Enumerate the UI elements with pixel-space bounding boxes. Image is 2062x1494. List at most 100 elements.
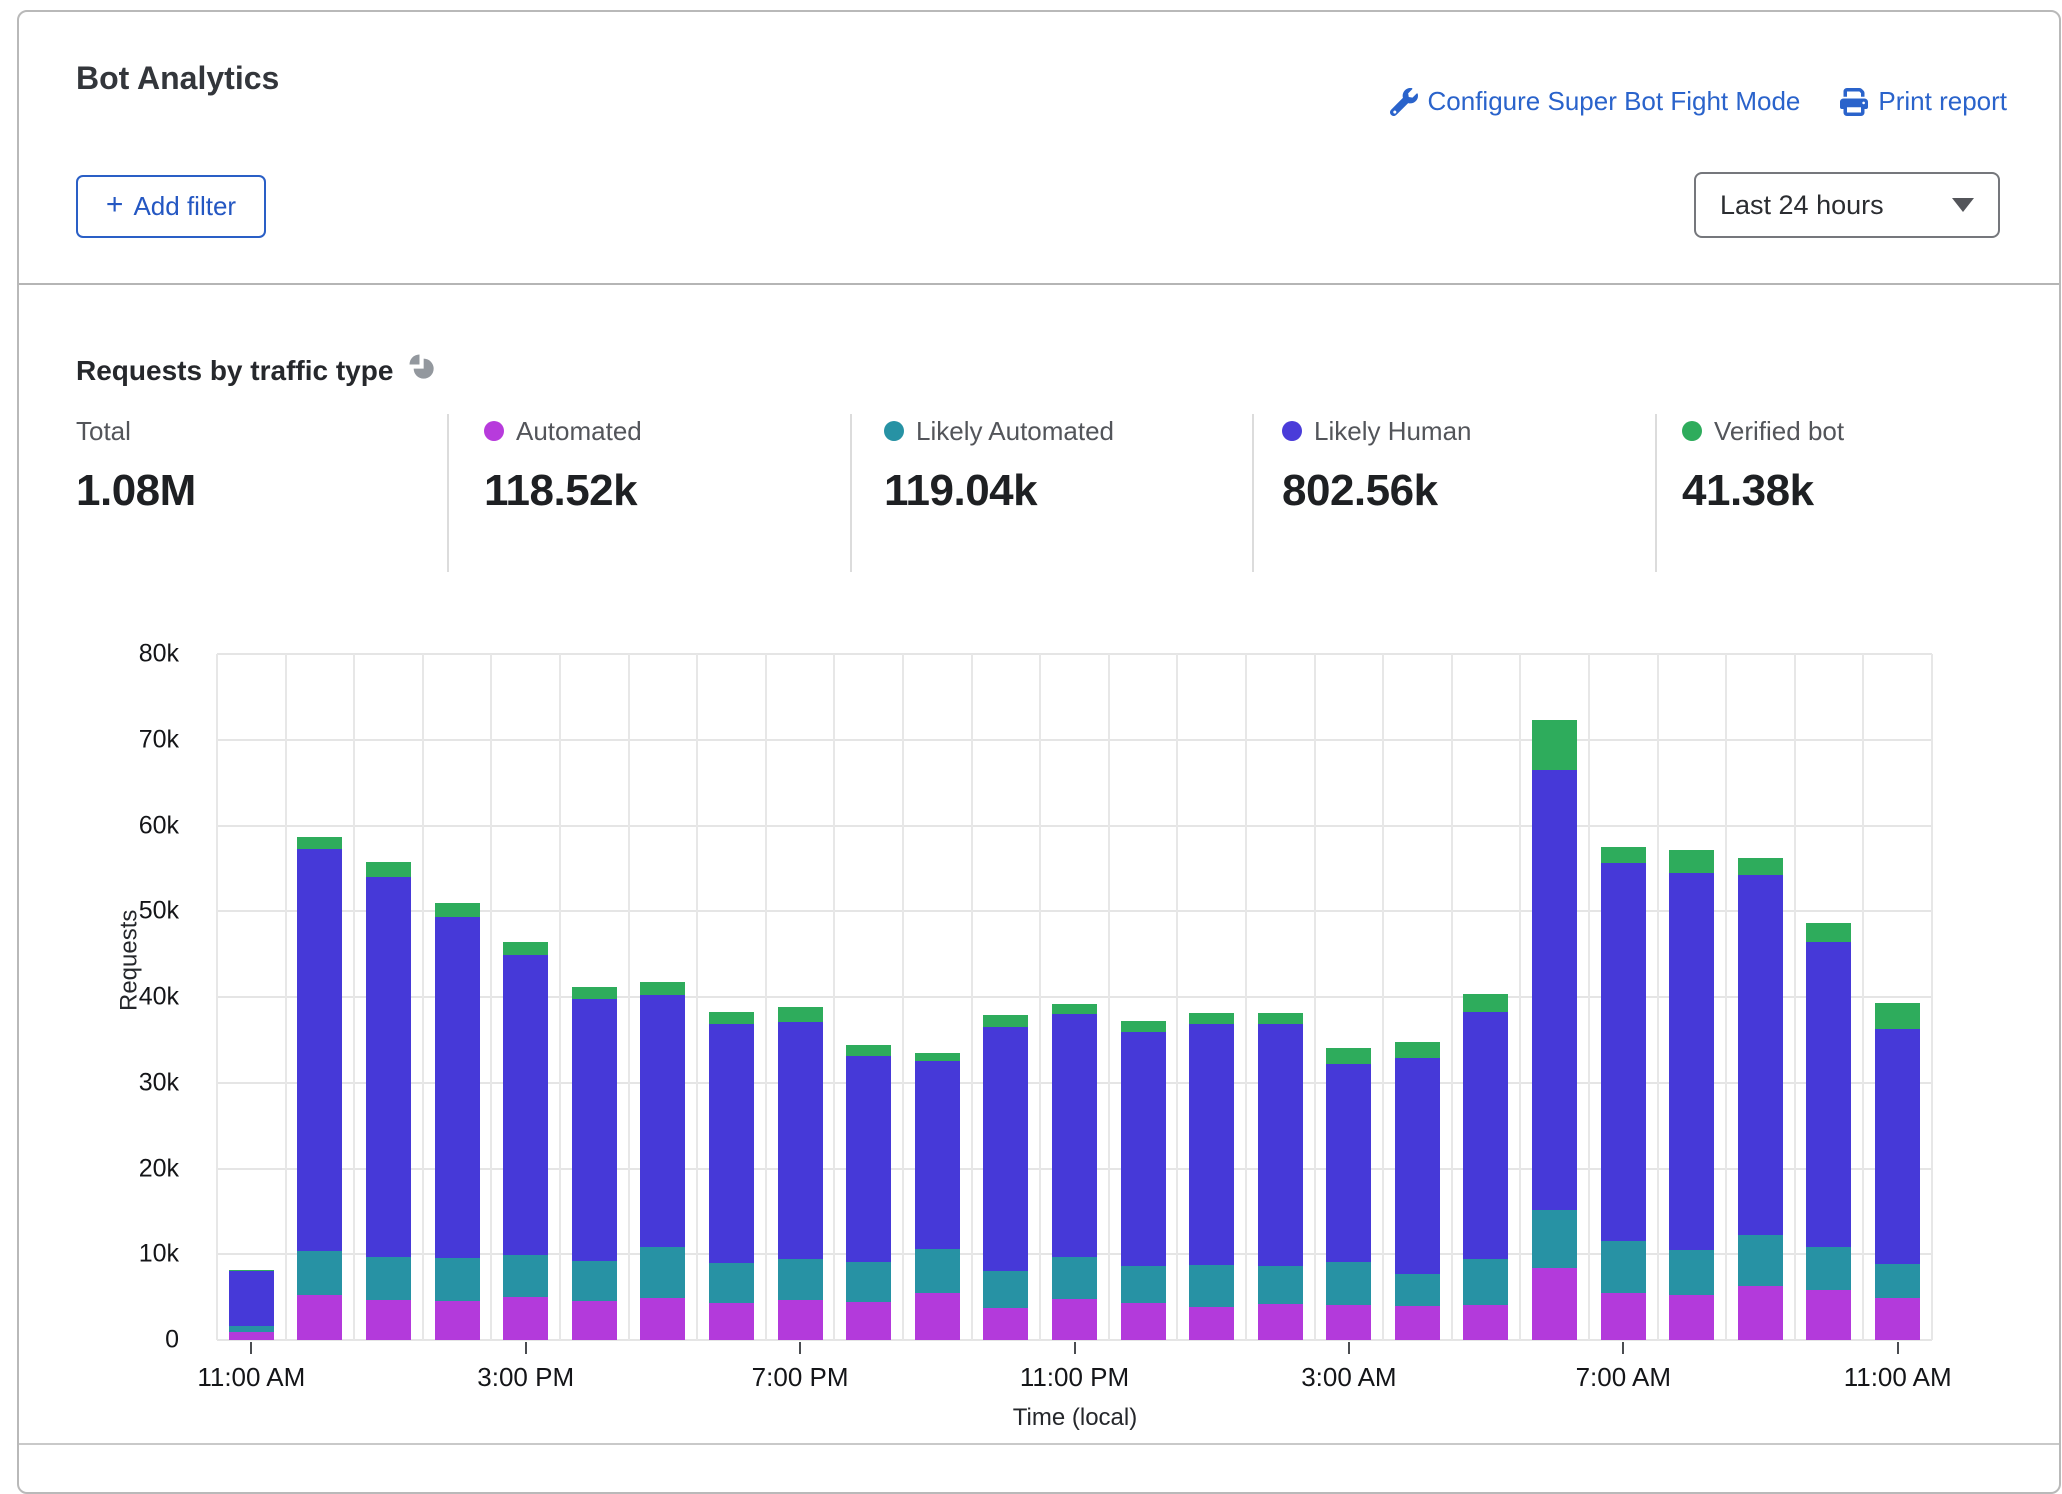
stacked-bar-9-00-pm[interactable]: [915, 1053, 960, 1340]
x-axis-tick-label: 3:00 PM: [477, 1362, 574, 1393]
bar-segment-likely-human: [503, 955, 548, 1255]
bar-segment-likely-human: [709, 1024, 754, 1263]
stacked-bar-11-00-pm[interactable]: [1052, 1004, 1097, 1340]
time-range-value: Last 24 hours: [1720, 190, 1884, 221]
bot-analytics-card: Bot Analytics Configure Super Bot Fight …: [17, 10, 2061, 1494]
bar-segment-automated: [1601, 1293, 1646, 1340]
bar-segment-automated: [366, 1300, 411, 1340]
bar-slot: [1726, 654, 1795, 1340]
bar-segment-automated: [778, 1300, 823, 1340]
stacked-bar-12-00-pm[interactable]: [297, 837, 342, 1340]
stacked-bar-10-00-pm[interactable]: [983, 1015, 1028, 1340]
bar-slot: [766, 654, 835, 1340]
bar-segment-automated: [1258, 1304, 1303, 1340]
stacked-bar-1-00-am[interactable]: [1189, 1013, 1234, 1340]
bar-slot: [560, 654, 629, 1340]
stacked-bar-11-00-am[interactable]: [229, 1270, 274, 1340]
bar-segment-automated: [229, 1332, 274, 1340]
add-filter-button[interactable]: + Add filter: [76, 175, 266, 238]
y-axis-tick-label: 10k: [139, 1240, 179, 1269]
bar-segment-verified-bot: [366, 862, 411, 877]
stacked-bar-5-00-am[interactable]: [1463, 994, 1508, 1340]
stat-total-label: Total: [76, 416, 131, 447]
bar-segment-automated: [503, 1297, 548, 1340]
bar-segment-likely-human: [1326, 1064, 1371, 1262]
verified-bot-dot-icon: [1682, 421, 1702, 441]
bar-segment-likely-human: [435, 917, 480, 1257]
stat-automated-value: 118.52k: [484, 466, 642, 516]
page-title: Bot Analytics: [76, 60, 279, 97]
stacked-bar-5-00-pm[interactable]: [640, 982, 685, 1340]
bar-slot: [1795, 654, 1864, 1340]
bar-segment-verified-bot: [1738, 858, 1783, 875]
y-axis-tick-label: 50k: [139, 897, 179, 926]
x-axis-tick: [525, 1342, 527, 1354]
bar-segment-automated: [1121, 1303, 1166, 1340]
stacked-bar-3-00-pm[interactable]: [503, 942, 548, 1340]
bar-segment-automated: [1326, 1305, 1371, 1340]
configure-super-bot-fight-mode-link[interactable]: Configure Super Bot Fight Mode: [1390, 86, 1801, 117]
section-title: Requests by traffic type: [76, 352, 437, 389]
stacked-bar-2-00-pm[interactable]: [435, 903, 480, 1340]
stacked-bar-8-00-am[interactable]: [1669, 850, 1714, 1340]
stacked-bar-2-00-am[interactable]: [1258, 1013, 1303, 1340]
stacked-bar-3-00-am[interactable]: [1326, 1048, 1371, 1340]
likely-automated-dot-icon: [884, 421, 904, 441]
y-axis-tick-label: 30k: [139, 1068, 179, 1097]
bar-slot: [903, 654, 972, 1340]
y-axis-title: Requests: [116, 910, 144, 1011]
bar-segment-likely-automated: [435, 1258, 480, 1301]
bar-segment-verified-bot: [778, 1007, 823, 1022]
time-range-select[interactable]: Last 24 hours: [1694, 172, 2000, 238]
stat-likely-human-label: Likely Human: [1314, 416, 1472, 447]
bar-segment-likely-automated: [1395, 1274, 1440, 1306]
stacked-bar-4-00-pm[interactable]: [572, 987, 617, 1340]
bar-segment-automated: [1463, 1305, 1508, 1340]
stacked-bar-6-00-am[interactable]: [1532, 720, 1577, 1340]
bar-segment-automated: [297, 1295, 342, 1340]
bar-segment-likely-automated: [915, 1249, 960, 1293]
bar-slot: [1246, 654, 1315, 1340]
bar-segment-likely-automated: [297, 1251, 342, 1296]
x-axis-tick-label: 11:00 PM: [1020, 1362, 1129, 1393]
bar-segment-automated: [1189, 1307, 1234, 1340]
automated-dot-icon: [484, 421, 504, 441]
bar-segment-likely-human: [366, 877, 411, 1257]
bar-segment-verified-bot: [435, 903, 480, 918]
section-bottom-divider: [19, 1443, 2059, 1445]
bar-slot: [1863, 654, 1932, 1340]
bar-segment-likely-automated: [1532, 1210, 1577, 1268]
bar-segment-automated: [1875, 1298, 1920, 1340]
chevron-down-icon: [1952, 198, 1974, 212]
printer-icon: [1840, 88, 1868, 116]
stacked-bar-7-00-pm[interactable]: [778, 1007, 823, 1340]
stat-likely-human: Likely Human 802.56k: [1282, 414, 1472, 574]
bar-segment-likely-human: [1669, 873, 1714, 1250]
bar-segment-automated: [1052, 1299, 1097, 1340]
bar-segment-verified-bot: [1875, 1003, 1920, 1029]
bar-slot: [1657, 654, 1726, 1340]
stacked-bar-9-00-am[interactable]: [1738, 858, 1783, 1340]
stacked-bar-8-00-pm[interactable]: [846, 1045, 891, 1340]
bar-segment-likely-automated: [1806, 1247, 1851, 1290]
stacked-bar-12-00-am[interactable]: [1121, 1021, 1166, 1340]
print-report-link[interactable]: Print report: [1840, 86, 2007, 117]
stacked-bar-11-00-am[interactable]: [1875, 1003, 1920, 1340]
stat-verified-bot-value: 41.38k: [1682, 466, 1844, 516]
bar-segment-likely-automated: [503, 1255, 548, 1297]
stacked-bar-7-00-am[interactable]: [1601, 847, 1646, 1340]
stat-verified-bot-label: Verified bot: [1714, 416, 1844, 447]
stacked-bar-10-00-am[interactable]: [1806, 923, 1851, 1340]
bar-segment-likely-automated: [1463, 1259, 1508, 1305]
bar-segment-verified-bot: [1052, 1004, 1097, 1014]
y-axis-tick-label: 40k: [139, 983, 179, 1012]
stat-separator: [1655, 414, 1657, 572]
bar-segment-verified-bot: [503, 942, 548, 955]
stacked-bar-4-00-am[interactable]: [1395, 1042, 1440, 1340]
bar-segment-likely-human: [1121, 1032, 1166, 1266]
stacked-bar-1-00-pm[interactable]: [366, 862, 411, 1340]
stacked-bar-6-00-pm[interactable]: [709, 1012, 754, 1340]
bar-segment-verified-bot: [572, 987, 617, 999]
bar-segment-likely-automated: [846, 1262, 891, 1302]
bar-slot: [1109, 654, 1178, 1340]
